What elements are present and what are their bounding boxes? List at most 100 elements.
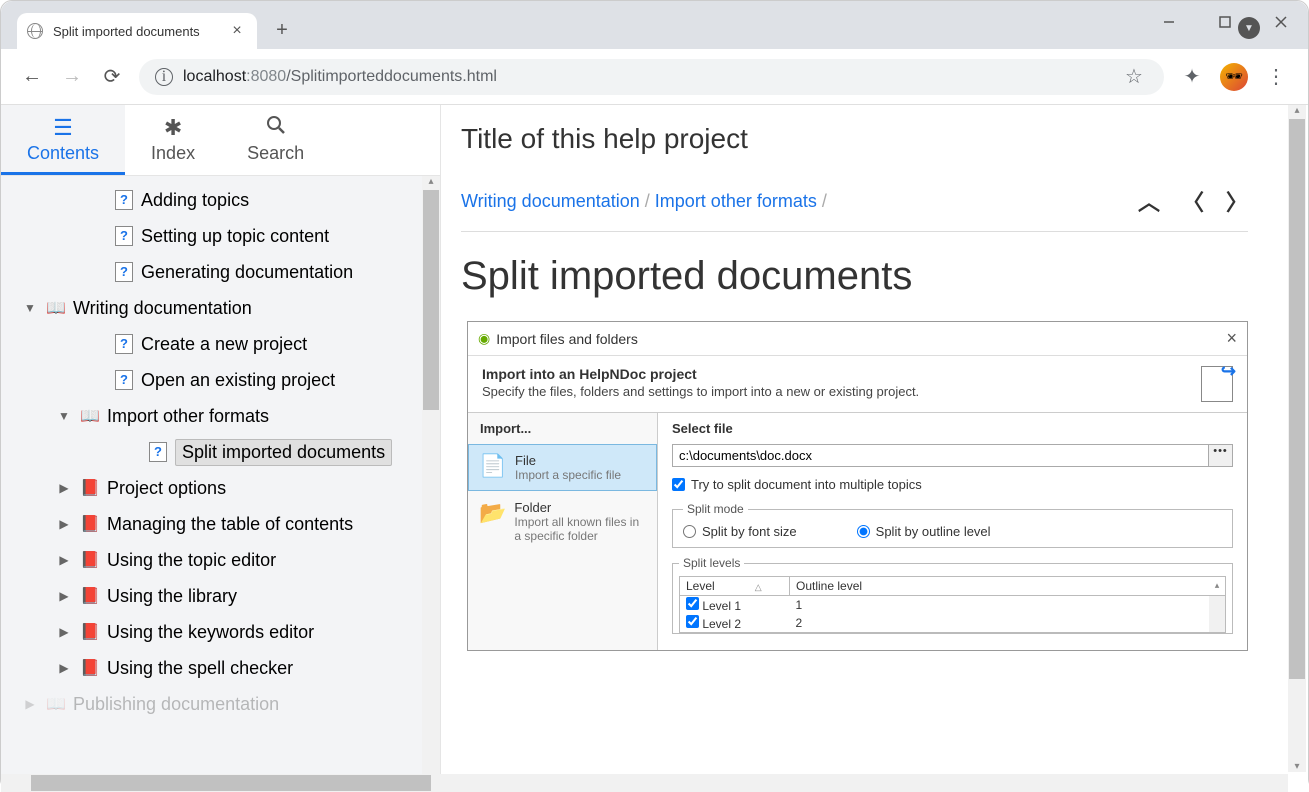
radio-split-outline[interactable]: Split by outline level [857,524,991,539]
tab-contents[interactable]: ☰ Contents [1,105,125,175]
omnibox[interactable]: i localhost:8080/Splitimporteddocuments.… [139,59,1164,95]
tab-index[interactable]: ✱ Index [125,105,221,175]
tab-close-icon[interactable]: × [227,22,247,40]
profile-avatar[interactable]: 🕶 [1220,63,1248,91]
chevron-icon[interactable]: ▶ [21,697,39,711]
close-button[interactable] [1262,7,1300,37]
help-page-icon: ? [113,370,135,390]
chevron-icon[interactable]: ▶ [55,481,73,495]
chevron-icon[interactable]: ▶ [55,553,73,567]
table-row[interactable]: Level 11 [680,596,1226,615]
select-file-heading: Select file [672,421,1233,436]
toc-item[interactable]: ?Adding topics [1,182,440,218]
import-option-file[interactable]: 📄 File Import a specific file [468,444,657,491]
table-scrollbar[interactable]: ▴ [1209,596,1225,632]
site-info-icon[interactable]: i [155,68,173,86]
toc-item[interactable]: ▼📖Writing documentation [1,290,440,326]
toc-item[interactable]: ? Open an existing project [1,362,440,398]
chevron-icon[interactable]: ▼ [55,409,73,423]
toc-item[interactable]: ▶📕Using the keywords editor [1,614,440,650]
toc-item[interactable]: ? Split imported documents [1,434,440,470]
open-book-icon: 📖 [45,694,67,714]
book-icon: 📕 [79,658,101,678]
tab-search[interactable]: Search [221,105,330,175]
minimize-button[interactable] [1150,7,1188,37]
help-page-icon: ? [147,442,169,462]
level-check[interactable] [686,615,699,628]
chevron-icon[interactable]: ▶ [55,625,73,639]
try-split-checkbox[interactable]: Try to split document into multiple topi… [672,477,1233,492]
breadcrumb: Writing documentation / Import other for… [461,191,1138,212]
toc-item[interactable]: ▶📕Using the spell checker [1,650,440,686]
nav-next-icon[interactable]: 〉 [1226,185,1248,217]
toc-item[interactable]: ?Setting up topic content [1,218,440,254]
radio-split-font[interactable]: Split by font size [683,524,797,539]
sidebar-tabs: ☰ Contents ✱ Index Search [1,105,440,176]
toc-item-label: Writing documentation [73,298,252,318]
dialog-description: Specify the files, folders and settings … [482,384,1191,399]
chevron-icon[interactable]: ▶ [55,589,73,603]
dialog-close-icon[interactable]: × [1226,328,1237,349]
levels-table[interactable]: Level△ Outline level Level 11 Level 22 [679,576,1226,633]
scrollbar-thumb[interactable] [1289,119,1305,679]
maximize-button[interactable] [1206,7,1244,37]
app-icon: ◉ [478,330,490,347]
import-page-icon [1201,366,1233,402]
file-path-input[interactable] [672,444,1209,467]
toc-item[interactable]: ▶📖Publishing documentation [1,686,440,722]
dialog-header: Import into an HelpNDoc project Specify … [468,356,1247,412]
dialog-subheading: Import into an HelpNDoc project [482,366,1191,382]
split-mode-legend: Split mode [683,502,748,516]
dialog-title-text: Import files and folders [496,331,638,347]
help-page-icon: ? [113,334,135,354]
horizontal-scrollbar[interactable] [1,774,1288,792]
open-book-icon: 📖 [79,406,101,426]
col-level[interactable]: Level△ [680,577,790,596]
help-page-icon: ? [113,262,135,282]
book-icon: 📕 [79,514,101,534]
breadcrumb-link[interactable]: Writing documentation [461,191,640,211]
toc-item[interactable]: ▶📕Using the topic editor [1,542,440,578]
toc-item[interactable]: ▶📕Managing the table of contents [1,506,440,542]
chevron-icon[interactable]: ▶ [55,661,73,675]
address-bar: ← → ⟳ i localhost:8080/Splitimporteddocu… [1,49,1308,105]
browse-button[interactable]: ••• [1209,444,1233,467]
bookmark-star-icon[interactable]: ☆ [1120,64,1148,89]
import-heading: Import... [468,413,657,444]
level-check[interactable] [686,597,699,610]
scrollbar-thumb[interactable] [31,775,431,791]
try-split-check[interactable] [672,478,685,491]
toc-item-label: Split imported documents [182,442,385,462]
asterisk-icon: ✱ [151,115,195,141]
toc-item[interactable]: ▼📖Import other formats [1,398,440,434]
tree-scrollbar[interactable]: ▴▾ [422,176,440,792]
toc-item[interactable]: ?Generating documentation [1,254,440,290]
browser-tab-strip: Split imported documents × + ▼ [1,1,1308,49]
import-type-panel: Import... 📄 File Import a specific file … [468,413,658,650]
forward-button[interactable]: → [59,65,85,88]
back-button[interactable]: ← [19,65,45,88]
toc-item-label: Open an existing project [141,370,335,390]
col-outline[interactable]: Outline level [790,577,1226,596]
breadcrumb-link[interactable]: Import other formats [655,191,817,211]
dialog-titlebar: ◉ Import files and folders × [468,322,1247,356]
toc-item[interactable]: ▶📕Project options [1,470,440,506]
table-row[interactable]: Level 22 [680,614,1226,633]
import-option-folder[interactable]: 📂 Folder Import all known files in a spe… [468,491,657,552]
new-tab-button[interactable]: + [267,15,297,45]
nav-prev-icon[interactable]: 〈 [1182,185,1204,217]
kebab-menu-icon[interactable]: ⋮ [1262,64,1290,89]
chevron-icon[interactable]: ▶ [55,517,73,531]
scrollbar-thumb[interactable] [423,190,439,410]
reload-button[interactable]: ⟳ [99,64,125,89]
nav-up-icon[interactable]: ︿ [1138,185,1160,217]
toc-item[interactable]: ?Create a new project [1,326,440,362]
extensions-icon[interactable]: ✦ [1178,64,1206,89]
chevron-icon[interactable]: ▼ [21,301,39,315]
vertical-scrollbar[interactable]: ▴ ▾ [1288,105,1306,772]
project-title: Title of this help project [461,123,1248,155]
toc-item-label: Using the topic editor [107,550,276,570]
toc-item[interactable]: ▶📕Using the library [1,578,440,614]
book-icon: 📕 [79,622,101,642]
browser-tab[interactable]: Split imported documents × [17,13,257,49]
